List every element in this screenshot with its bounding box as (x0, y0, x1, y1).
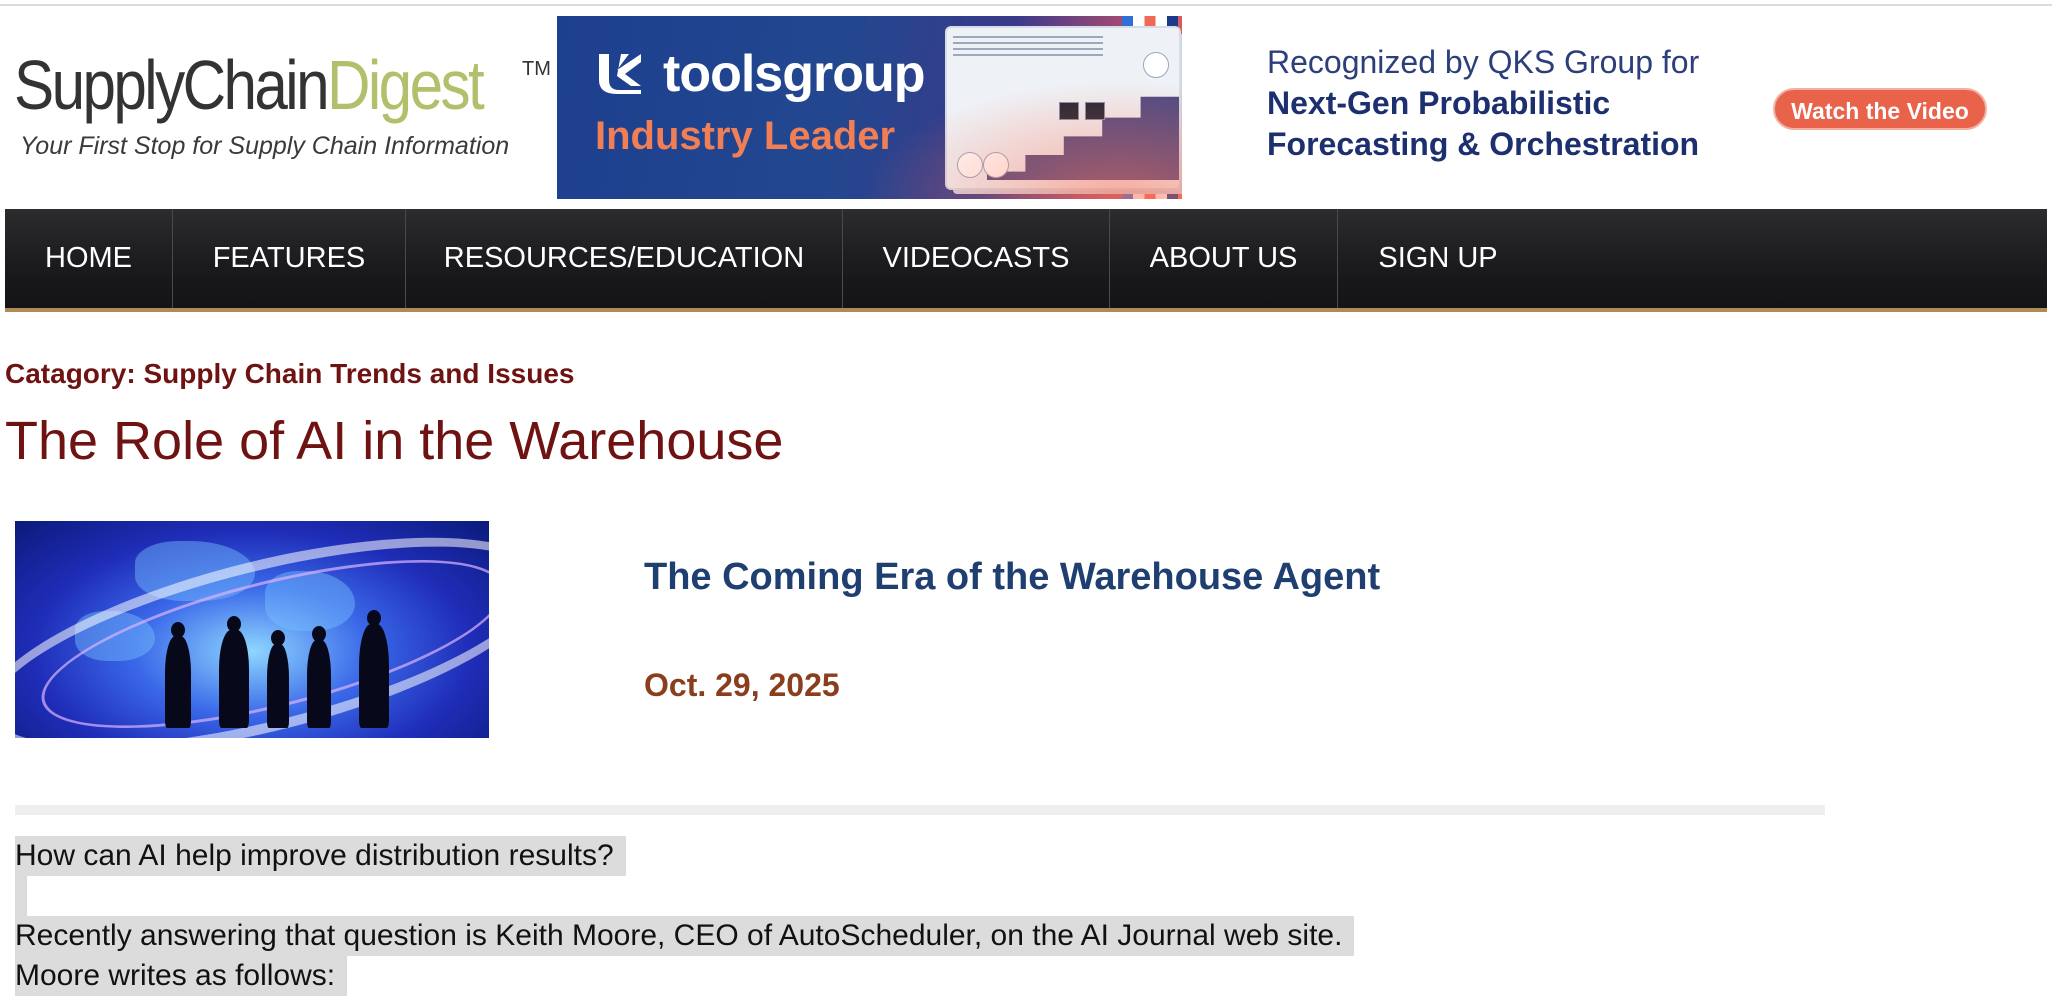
ad-headline-line3: Forecasting & Orchestration (1267, 126, 1700, 162)
article-date: Oct. 29, 2025 (644, 667, 840, 703)
report-badge-icon (1059, 102, 1079, 120)
top-border (0, 4, 2052, 6)
article-image (15, 521, 489, 738)
logo-trademark: TM (522, 58, 551, 80)
paragraph-spacer (15, 876, 27, 916)
logo-name-part2: Digest (326, 46, 485, 124)
ad-headline-line1: Recognized by QKS Group for (1267, 44, 1700, 80)
person-silhouette (165, 622, 191, 728)
nav-item-about-us[interactable]: ABOUT US (1110, 209, 1338, 308)
paragraph-question: How can AI help improve distribution res… (15, 836, 626, 876)
report-text-lines (953, 36, 1103, 60)
nav-item-home[interactable]: HOME (5, 209, 173, 308)
report-stair-graphic (987, 96, 1179, 180)
toolsgroup-logo-icon (599, 54, 641, 94)
page-title: The Role of AI in the Warehouse (5, 411, 784, 471)
ad-brand-subtitle: Industry Leader (595, 114, 896, 158)
nav-item-features[interactable]: FEATURES (173, 209, 406, 308)
person-silhouette (219, 616, 249, 728)
main-nav: HOME FEATURES RESOURCES/EDUCATION VIDEOC… (5, 209, 2047, 312)
paragraph-intro: Recently answering that question is Keit… (15, 916, 1355, 956)
category-label[interactable]: Catagory: Supply Chain Trends and Issues (5, 358, 574, 390)
nav-item-resources-education[interactable]: RESOURCES/EDUCATION (406, 209, 843, 308)
report-badge-icon (1085, 102, 1105, 120)
ad-brand-panel: toolsgroup Industry Leader (557, 16, 1182, 199)
ad-copy: Recognized by QKS Group for Next-Gen Pro… (1267, 44, 1767, 163)
person-silhouette (307, 626, 331, 728)
logo-name-part1: SupplyChain (14, 46, 330, 124)
ad-banner[interactable]: toolsgroup Industry Leader Recognized by… (557, 16, 2052, 199)
logo-wordmark: SupplyChainDigest (14, 50, 485, 120)
content-divider (15, 805, 1825, 815)
person-silhouette (359, 610, 389, 728)
ad-brand-name: toolsgroup (663, 45, 926, 103)
nav-item-videocasts[interactable]: VIDEOCASTS (843, 209, 1110, 308)
article-title[interactable]: The Coming Era of the Warehouse Agent (644, 556, 1380, 599)
person-silhouette (267, 630, 289, 728)
report-circle-icon (957, 152, 983, 178)
watch-video-button[interactable]: Watch the Video (1773, 88, 1987, 130)
paragraph-lead-in: Moore writes as follows: (15, 956, 348, 996)
site-logo[interactable]: SupplyChainDigest TM Your First Stop for… (14, 50, 554, 170)
ad-report-thumbnail (947, 28, 1179, 188)
ad-headline-line2: Next-Gen Probabilistic (1267, 85, 1611, 121)
logo-tagline: Your First Stop for Supply Chain Informa… (20, 132, 510, 160)
nav-item-sign-up[interactable]: SIGN UP (1338, 209, 1538, 308)
report-circle-icon (983, 152, 1009, 178)
report-circle-icon (1143, 52, 1169, 78)
article-body: How can AI help improve distribution res… (15, 836, 1355, 996)
